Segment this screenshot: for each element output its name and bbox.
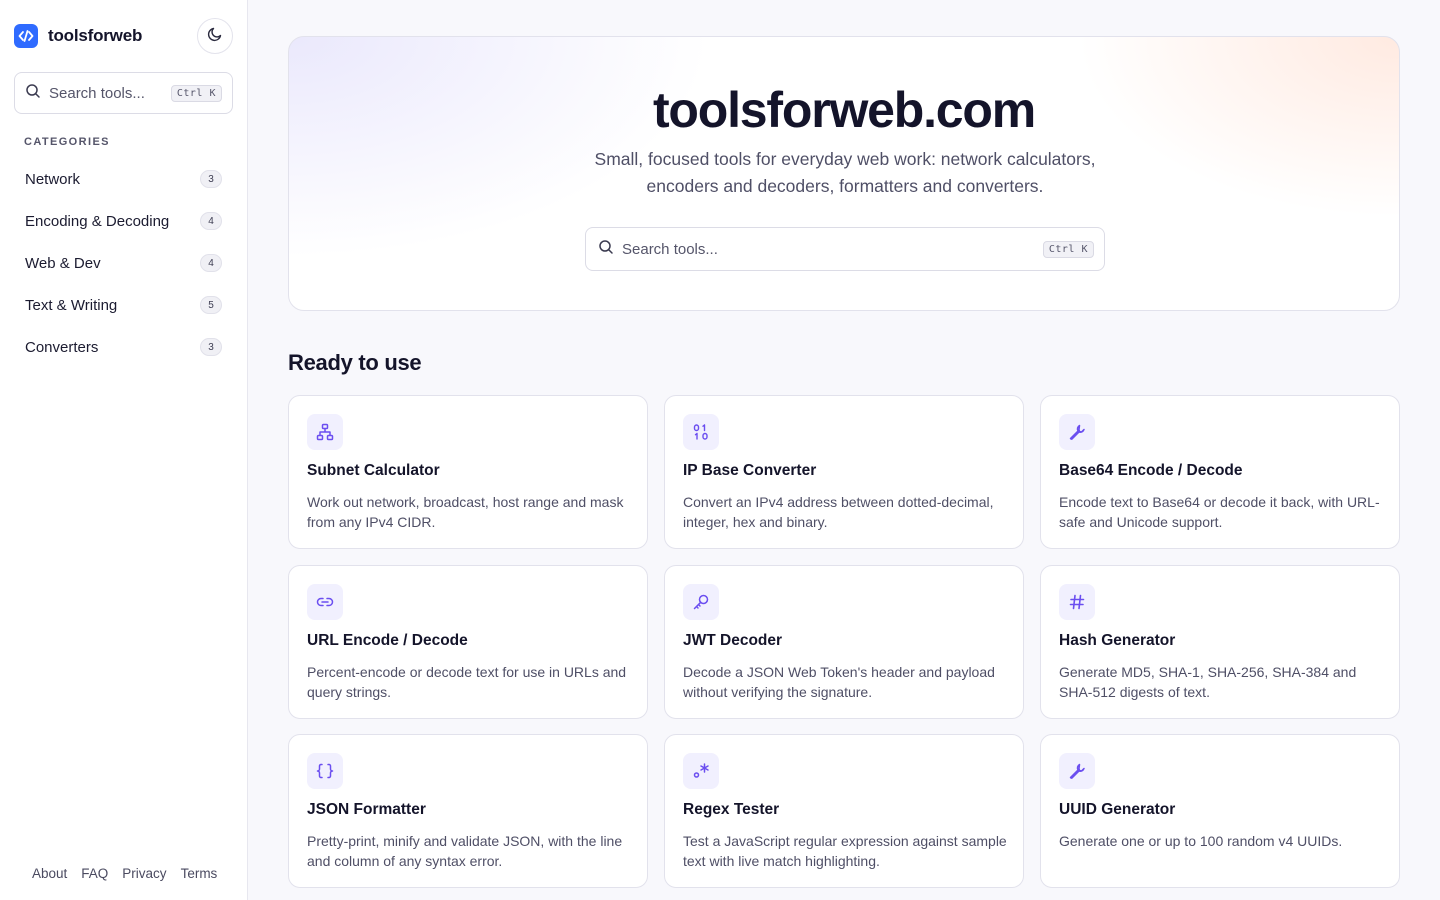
search-icon	[598, 239, 614, 260]
card-title: Hash Generator	[1059, 632, 1176, 649]
brand[interactable]: toolsforweb	[14, 24, 142, 48]
tool-card-ip-base-converter[interactable]: IP Base Converter Convert an IPv4 addres…	[664, 395, 1024, 549]
tool-card-base64[interactable]: Base64 Encode / Decode Encode text to Ba…	[1040, 395, 1400, 549]
brand-name: toolsforweb	[48, 26, 143, 45]
card-title: UUID Generator	[1059, 801, 1176, 818]
footer-link-faq[interactable]: FAQ	[81, 866, 108, 881]
key-icon	[683, 584, 719, 620]
footer-link-terms[interactable]: Terms	[181, 866, 218, 881]
sidebar: toolsforweb Search tools... Ctrl K CATEG…	[0, 0, 248, 900]
card-description: Test a JavaScript regular expression aga…	[683, 833, 1007, 869]
card-description: Generate MD5, SHA-1, SHA-256, SHA-384 an…	[1059, 664, 1357, 700]
card-title: Subnet Calculator	[307, 462, 440, 479]
category-list: Network 3 Encoding & Decoding 4 Web & De…	[14, 158, 233, 368]
category-label: Network	[25, 170, 81, 188]
sidebar-search-input[interactable]: Search tools... Ctrl K	[14, 72, 233, 114]
card-description: Percent-encode or decode text for use in…	[307, 664, 627, 700]
card-title: URL Encode / Decode	[307, 632, 468, 649]
tool-card-json-formatter[interactable]: JSON Formatter Pretty-print, minify and …	[288, 734, 648, 888]
footer-link-about[interactable]: About	[32, 866, 67, 881]
card-title: Base64 Encode / Decode	[1059, 462, 1243, 479]
tool-card-uuid-generator[interactable]: UUID Generator Generate one or up to 100…	[1040, 734, 1400, 888]
hero-search-input[interactable]: Search tools... Ctrl K	[585, 227, 1105, 271]
section-title: Ready to use	[288, 350, 422, 375]
tool-card-jwt-decoder[interactable]: JWT Decoder Decode a JSON Web Token's he…	[664, 565, 1024, 719]
search-icon	[25, 83, 41, 104]
hash-icon	[1059, 584, 1095, 620]
sidebar-item-converters[interactable]: Converters 3	[14, 326, 233, 368]
card-description: Work out network, broadcast, host range …	[307, 494, 624, 530]
category-label: Text & Writing	[25, 296, 118, 314]
card-description: Encode text to Base64 or decode it back,…	[1059, 494, 1380, 530]
card-title: JSON Formatter	[307, 801, 426, 818]
wrench-icon	[1059, 753, 1095, 789]
wrench-icon	[1059, 414, 1095, 450]
card-description: Generate one or up to 100 random v4 UUID…	[1059, 833, 1343, 849]
shortcut-badge: Ctrl K	[170, 84, 222, 102]
category-label: Encoding & Decoding	[25, 212, 170, 230]
page-title: toolsforweb.com	[652, 82, 1036, 138]
hero-subtitle: Small, focused tools for everyday web wo…	[594, 149, 1096, 196]
binary-icon	[683, 414, 719, 450]
sidebar-item-encoding-decoding[interactable]: Encoding & Decoding 4	[14, 200, 233, 242]
tool-card-subnet-calculator[interactable]: Subnet Calculator Work out network, broa…	[288, 395, 648, 549]
category-label: Web & Dev	[25, 254, 101, 272]
categories-heading: CATEGORIES	[24, 136, 110, 148]
category-count-badge: 5	[200, 296, 222, 314]
card-description: Pretty-print, minify and validate JSON, …	[307, 833, 623, 869]
category-count-badge: 4	[200, 212, 222, 230]
category-count-badge: 3	[200, 338, 222, 356]
card-title: JWT Decoder	[683, 632, 783, 649]
card-description: Decode a JSON Web Token's header and pay…	[683, 664, 995, 700]
card-description: Convert an IPv4 address between dotted-d…	[683, 494, 994, 530]
braces-icon	[307, 753, 343, 789]
link-icon	[307, 584, 343, 620]
shortcut-badge: Ctrl K	[1042, 240, 1094, 258]
category-label: Converters	[25, 338, 99, 356]
footer-link-privacy[interactable]: Privacy	[122, 866, 166, 881]
category-count-badge: 3	[200, 170, 222, 188]
moon-icon	[207, 26, 223, 47]
search-placeholder: Search tools...	[622, 240, 718, 258]
card-title: IP Base Converter	[683, 462, 817, 479]
tool-card-url-encode[interactable]: URL Encode / Decode Percent-encode or de…	[288, 565, 648, 719]
code-logo-icon	[14, 24, 38, 48]
card-title: Regex Tester	[683, 801, 780, 818]
category-count-badge: 4	[200, 254, 222, 272]
tool-card-hash-generator[interactable]: Hash Generator Generate MD5, SHA-1, SHA-…	[1040, 565, 1400, 719]
sidebar-footer: About FAQ Privacy Terms	[32, 866, 217, 881]
tool-card-regex-tester[interactable]: Regex Tester Test a JavaScript regular e…	[664, 734, 1024, 888]
search-placeholder: Search tools...	[49, 84, 145, 102]
sidebar-item-text-writing[interactable]: Text & Writing 5	[14, 284, 233, 326]
network-icon	[307, 414, 343, 450]
sidebar-item-network[interactable]: Network 3	[14, 158, 233, 200]
regex-icon	[683, 753, 719, 789]
hero-panel: toolsforweb.com Small, focused tools for…	[288, 36, 1400, 311]
theme-toggle-button[interactable]	[197, 18, 233, 54]
sidebar-item-web-dev[interactable]: Web & Dev 4	[14, 242, 233, 284]
